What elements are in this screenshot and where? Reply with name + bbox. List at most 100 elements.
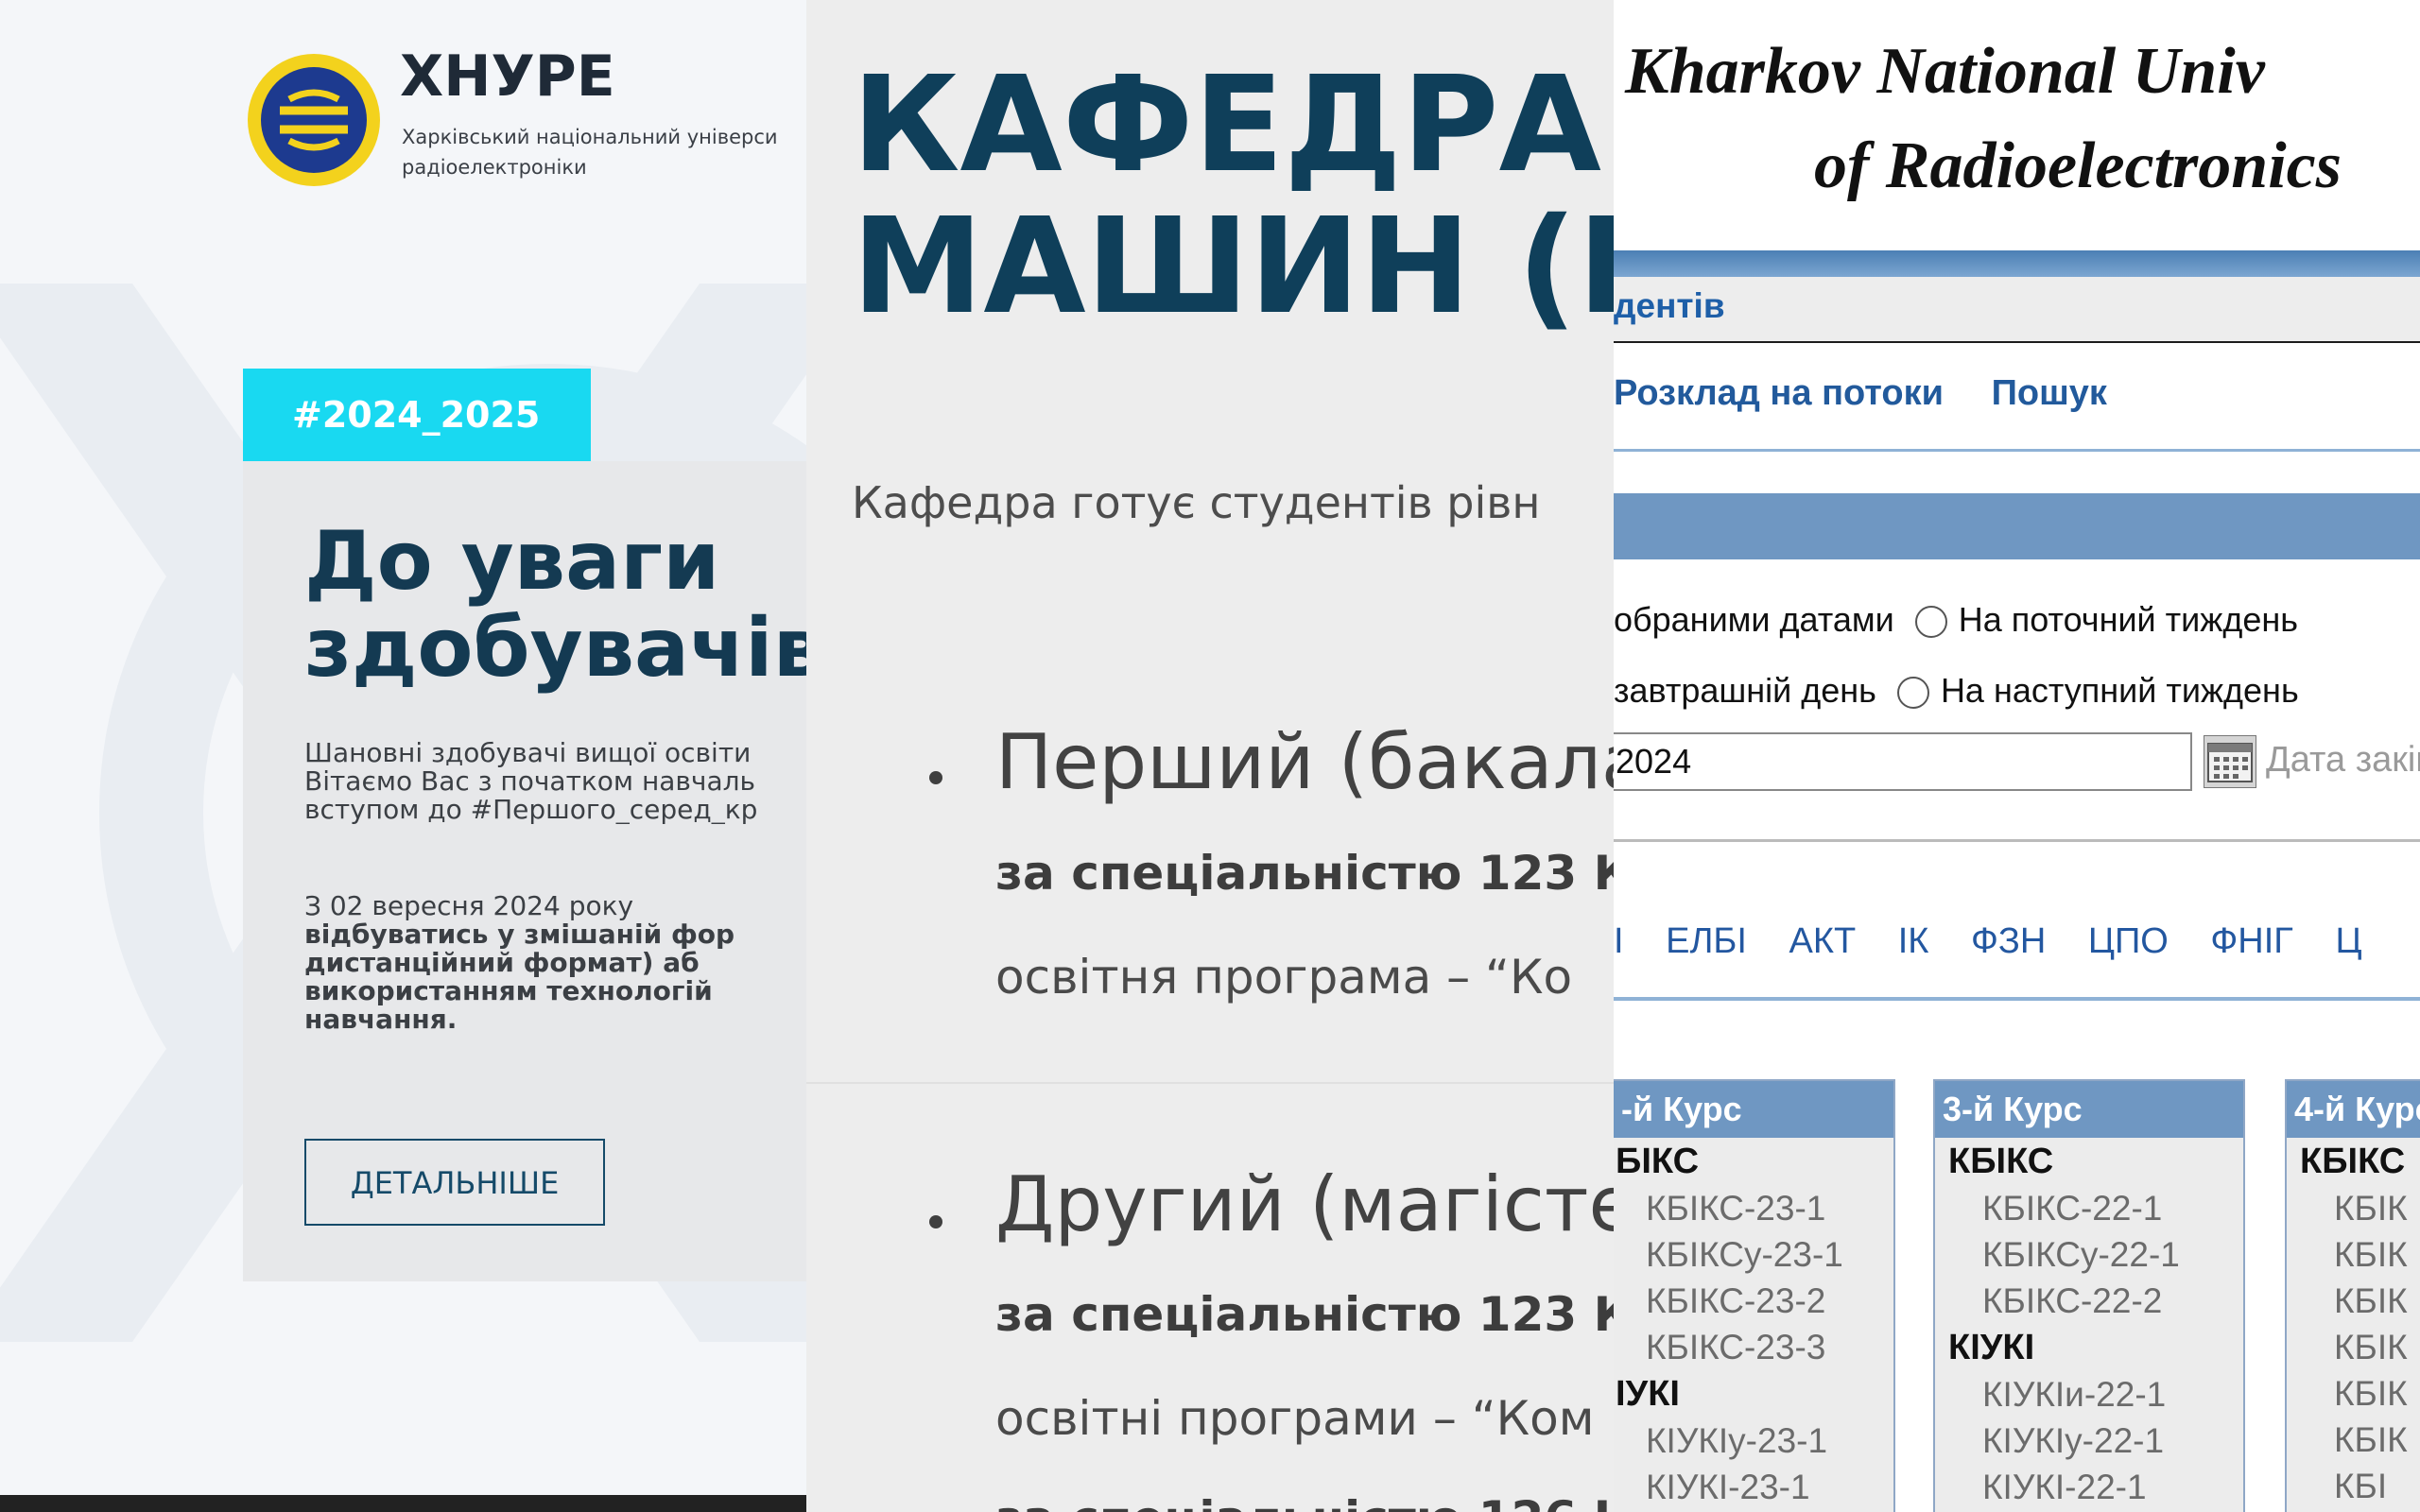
faculty-divider [1614,997,2420,1001]
nav-bar-title[interactable]: дентів [1614,286,1725,326]
course-header: -й Курс [1614,1081,1893,1138]
level-bachelor: Перший (бакала [995,718,1615,806]
menu-divider [1614,449,2420,452]
course-column-4: 4-й Курс КБІКС КБІК КБІК КБІК КБІК КБІК … [2285,1079,2420,1512]
faculty-tab-ik[interactable]: ІК [1898,921,1929,961]
faculty-tab-cpo[interactable]: ЦПО [2088,921,2169,961]
schedule-panel: Kharkov National Univ of Radioelectronic… [1614,0,2420,1512]
paragraph-line: Шановні здобувачі вищої освіти [304,739,752,768]
calendar-icon[interactable] [2204,735,2256,788]
brand-subtitle: Харківський національний універси радіое… [402,122,808,182]
group-link[interactable]: КБІКС-23-1 [1614,1185,1893,1231]
course-header: 3-й Курс [1935,1081,2243,1138]
course-header: 4-й Курс [2287,1081,2420,1138]
heading-line2: здобувачів! [304,601,808,696]
radio-row-2: завтрашній день На наступний тиждень [1614,671,2299,711]
university-banner: Kharkov National Univ of Radioelectronic… [1614,21,2420,248]
level-master-specialty: за спеціальністю 123 Ко [995,1287,1615,1342]
group-name: КІУКІ [1948,1328,2035,1367]
group-link[interactable]: КБІКСу-22-1 [1935,1231,2243,1278]
course-column-2: -й Курс БІКС КБІКС-23-1 КБІКСу-23-1 КБІК… [1614,1079,1895,1512]
course-column-3: 3-й Курс КБІКС КБІКС-22-1 КБІКСу-22-1 КБ… [1933,1079,2245,1512]
level-master: Другий (магісте [995,1160,1615,1248]
paragraph-line: З 02 вересня 2024 року [304,892,634,920]
filter-header-band [1614,493,2420,559]
bullet-icon [929,771,942,784]
radio-label-tomorrow[interactable]: завтрашній день [1614,671,1876,710]
brand-subtitle-line2: радіоелектроніки [402,156,587,179]
hashtag-badge[interactable]: #2024_2025 [243,369,591,461]
faculty-tab[interactable]: І [1614,921,1624,961]
title-line2: МАШИН (ЕО [852,190,1615,344]
paragraph-line: відбуватись у змішаній фор [304,920,735,949]
announcement-heading: До уваги здобувачів! [304,514,808,696]
group-link[interactable]: КБІКС-23-3 [1614,1324,1893,1370]
menu-item-streams[interactable]: Розклад на потоки [1614,373,1944,413]
group-link[interactable]: КБІК [2287,1324,2420,1370]
paragraph-line: використанням технологій [304,977,713,1005]
faculty-tab-fzn[interactable]: ФЗН [1971,921,2046,961]
level-bachelor-program: освітня програма – “Ко [995,950,1573,1005]
radio-label-current-week[interactable]: На поточний тиждень [1959,600,2298,639]
khnure-panel: ХНУРЕ Харківський національний універси … [0,0,808,1512]
group-link[interactable]: КБІКСу-23-1 [1614,1231,1893,1278]
start-date-input[interactable]: 2024 [1614,732,2192,791]
banner-line2: of Radioelectronics [1814,129,2342,202]
details-button[interactable]: ДЕТАЛЬНІШЕ [304,1139,605,1226]
level-master-specialty-2: за спеціальністю 126 І [995,1491,1611,1512]
department-intro: Кафедра готує студентів рівн [852,477,1541,528]
group-name: КБІКС [1948,1142,2054,1181]
paragraph-line: дистанційний формат) аб [304,949,700,977]
group-link[interactable]: КБІК [2287,1278,2420,1324]
group-name: БІКС [1616,1142,1700,1181]
group-name: ІУКІ [1616,1374,1680,1414]
group-link[interactable]: КБІК [2287,1231,2420,1278]
department-panel: КАФЕДРА ЕЛ МАШИН (ЕО Кафедра готує студе… [806,0,1615,1512]
announcement-paragraph-1: Шановні здобувачі вищої освіти Вітаємо В… [304,739,808,824]
paragraph-line: Вітаємо Вас з початком навчаль [304,765,756,797]
level-master-program: освітні програми – “Ком [995,1391,1595,1446]
khnure-logo-icon[interactable] [248,54,380,186]
title-line1: КАФЕДРА ЕЛ [852,48,1615,202]
brand-subtitle-line1: Харківський національний універси [402,126,778,148]
filter-divider [1614,839,2420,842]
group-link[interactable]: КІУКІ-23-1 [1614,1464,1893,1510]
group-link[interactable]: КБІКС-22-1 [1935,1185,2243,1231]
department-title: КАФЕДРА ЕЛ МАШИН (ЕО [852,55,1615,338]
group-link[interactable]: КІУКІ-22-1 [1935,1464,2243,1510]
nav-bar: дентів [1614,277,2420,343]
bullet-icon [929,1215,942,1228]
group-link[interactable]: КІУКІи-22-1 [1935,1371,2243,1418]
faculty-tab-fnig[interactable]: ФНІГ [2210,921,2292,961]
announcement-paragraph-2: З 02 вересня 2024 року відбуватись у змі… [304,892,808,1034]
paragraph-line: навчання. [304,1005,458,1034]
group-name: КБІКС [2300,1142,2406,1181]
group-link[interactable]: КБІК [2287,1370,2420,1417]
radio-next-week[interactable] [1896,677,1929,710]
group-link[interactable]: КІУКІу-22-1 [1935,1418,2243,1464]
level-bachelor-specialty: за спеціальністю 123 Ко [995,846,1615,901]
radio-current-week[interactable] [1914,606,1947,639]
faculty-tabs: І ЕЛБІ АКТ ІК ФЗН ЦПО ФНІГ Ц [1614,921,2394,962]
radio-label-next-week[interactable]: На наступний тиждень [1941,671,2299,710]
heading-line1: До уваги [304,514,720,609]
faculty-tab-elbi[interactable]: ЕЛБІ [1666,921,1747,961]
paragraph-line: вступом до #Першого_серед_кр [304,794,758,824]
brand-name[interactable]: ХНУРЕ [400,43,615,110]
schedule-menu: Розклад на потоки Пошук [1614,373,2145,414]
group-link[interactable]: КБІ [2287,1463,2420,1509]
faculty-tab-akt[interactable]: АКТ [1789,921,1856,961]
end-date-label: Дата закінчення [2266,740,2420,780]
group-link[interactable]: КБІКС-23-2 [1614,1278,1893,1324]
bottom-bar [0,1495,808,1512]
group-link[interactable]: КБІК [2287,1417,2420,1463]
header-band [1614,250,2420,277]
menu-item-search[interactable]: Пошук [1992,373,2107,413]
banner-line1: Kharkov National Univ [1625,35,2265,108]
group-link[interactable]: КБІК [2287,1185,2420,1231]
radio-label-selected-dates[interactable]: обраними датами [1614,600,1894,639]
group-link[interactable]: КІУКІу-23-1 [1614,1418,1893,1464]
section-divider [806,1082,1615,1084]
group-link[interactable]: КБІКС-22-2 [1935,1278,2243,1324]
faculty-tab-c[interactable]: Ц [2335,921,2361,961]
